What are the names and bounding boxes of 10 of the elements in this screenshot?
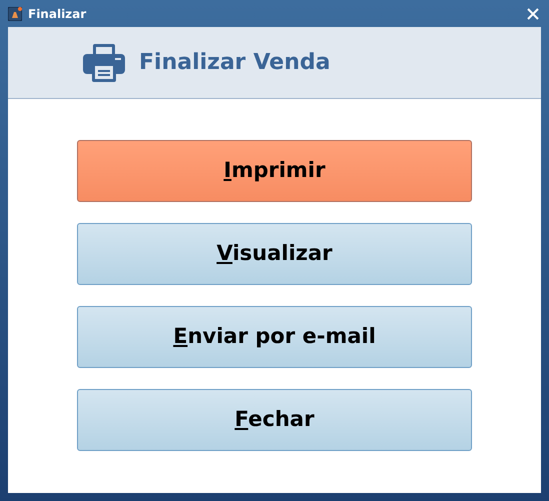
window-title: Finalizar (28, 6, 86, 22)
action-button[interactable]: Visualizar (77, 223, 472, 285)
header-title: Finalizar Venda (139, 49, 330, 77)
close-button[interactable] (527, 8, 539, 20)
action-button[interactable]: Fechar (77, 389, 472, 451)
close-icon (527, 8, 539, 20)
app-icon (8, 6, 22, 20)
printer-icon (83, 44, 125, 82)
action-button[interactable]: Imprimir (77, 140, 472, 202)
action-button[interactable]: Enviar por e-mail (77, 306, 472, 368)
